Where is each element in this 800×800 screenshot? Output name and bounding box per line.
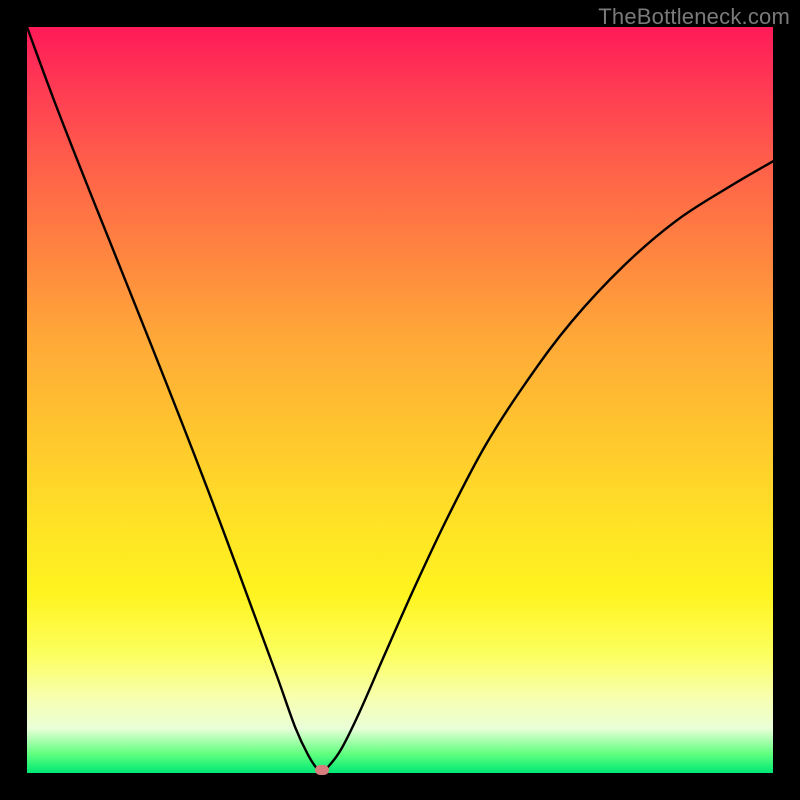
bottleneck-curve (27, 27, 773, 773)
attribution-text: TheBottleneck.com (598, 4, 790, 30)
optimum-marker (315, 765, 329, 775)
curve-left-branch (27, 27, 318, 770)
curve-right-branch (325, 161, 773, 770)
plot-area (27, 27, 773, 773)
